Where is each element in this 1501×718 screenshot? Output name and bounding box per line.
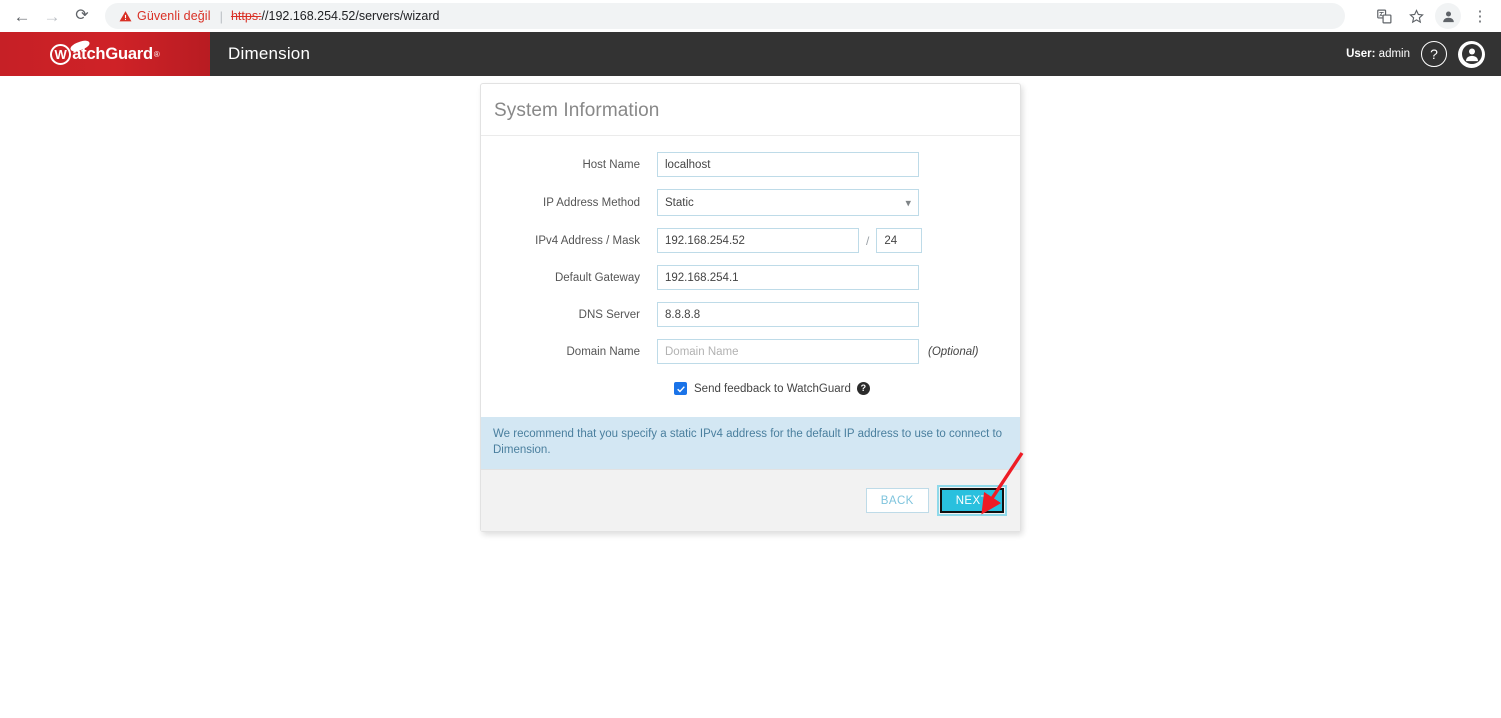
default-gateway-input[interactable] [657,265,919,290]
address-bar[interactable]: Güvenli değil | https: //192.168.254.52/… [105,3,1345,29]
not-secure-label: Güvenli değil [137,9,211,23]
page-title: System Information [481,84,1020,136]
application-header: W atchGuard ® Dimension User: admin ? [0,32,1501,76]
wizard-footer: BACK NEXT [481,469,1020,531]
form-row-ip-method: IP Address Method Static ▾ [481,189,1020,216]
forward-arrow-icon[interactable]: → [38,2,66,30]
system-information-panel: System Information Host Name IP Address … [480,83,1021,532]
three-dot-menu-icon[interactable]: ⋮ [1467,3,1493,29]
form-row-domain: Domain Name (Optional) [481,339,1020,364]
watchguard-logo-mark: W atchGuard ® [50,38,160,65]
browser-action-icons: ⋮ [1371,3,1501,29]
form-row-dns: DNS Server [481,302,1020,327]
ipv4-address-input[interactable] [657,228,859,253]
form-row-ipv4: IPv4 Address / Mask / [481,228,1020,253]
next-button[interactable]: NEXT [936,485,1008,516]
back-arrow-icon[interactable]: ← [8,2,36,30]
form-row-gateway: Default Gateway [481,265,1020,290]
send-feedback-help-icon[interactable]: ? [856,382,870,395]
url-path: //192.168.254.52/servers/wizard [261,9,440,23]
logo-trademark: ® [153,49,160,59]
user-name-label: admin [1378,48,1410,60]
translate-icon[interactable] [1371,3,1397,29]
product-title: Dimension [228,44,311,63]
header-user-area: User: admin ? [1346,40,1501,68]
ip-address-method-value: Static [657,189,919,216]
host-name-input[interactable] [657,152,919,177]
send-feedback-row: Send feedback to WatchGuard ? [481,382,1020,395]
domain-name-optional-hint: (Optional) [928,345,979,358]
domain-name-label: Domain Name [566,345,641,358]
default-gateway-label: Default Gateway [554,271,640,284]
ipv4-mask-input[interactable] [876,228,923,253]
form-row-host-name: Host Name [481,152,1020,177]
recommendation-message: We recommend that you specify a static I… [481,417,1020,469]
send-feedback-checkbox[interactable] [674,382,687,395]
dns-server-input[interactable] [657,302,919,327]
profile-avatar-icon[interactable] [1435,3,1461,29]
browser-nav-buttons: ← → ⟳ [0,2,96,30]
reload-icon[interactable]: ⟳ [68,2,96,30]
user-avatar-icon[interactable] [1458,40,1485,68]
ipv4-mask-separator: / [866,233,870,248]
watchguard-logo[interactable]: W atchGuard ® [0,32,210,76]
omnibox-separator: | [219,8,223,24]
browser-toolbar: ← → ⟳ Güvenli değil | https: //192.168.2… [0,0,1501,32]
not-secure-warning-icon [119,10,132,23]
form-body: Host Name IP Address Method Static ▾ IPv… [481,136,1020,417]
logged-in-user: User: admin [1346,48,1410,60]
logo-initial: W [50,43,72,65]
ipv4-address-mask-label: IPv4 Address / Mask [535,234,640,247]
user-prefix-label: User: [1346,48,1376,60]
dns-server-label: DNS Server [578,308,640,321]
send-feedback-label: Send feedback to WatchGuard [694,382,851,395]
host-name-label: Host Name [582,158,640,171]
ip-address-method-select[interactable]: Static ▾ [657,189,919,216]
url-scheme: https: [230,9,262,23]
ip-address-method-label: IP Address Method [543,196,640,209]
back-button[interactable]: BACK [865,488,929,513]
star-icon[interactable] [1403,3,1429,29]
help-icon[interactable]: ? [1421,41,1447,67]
domain-name-input[interactable] [657,339,919,364]
